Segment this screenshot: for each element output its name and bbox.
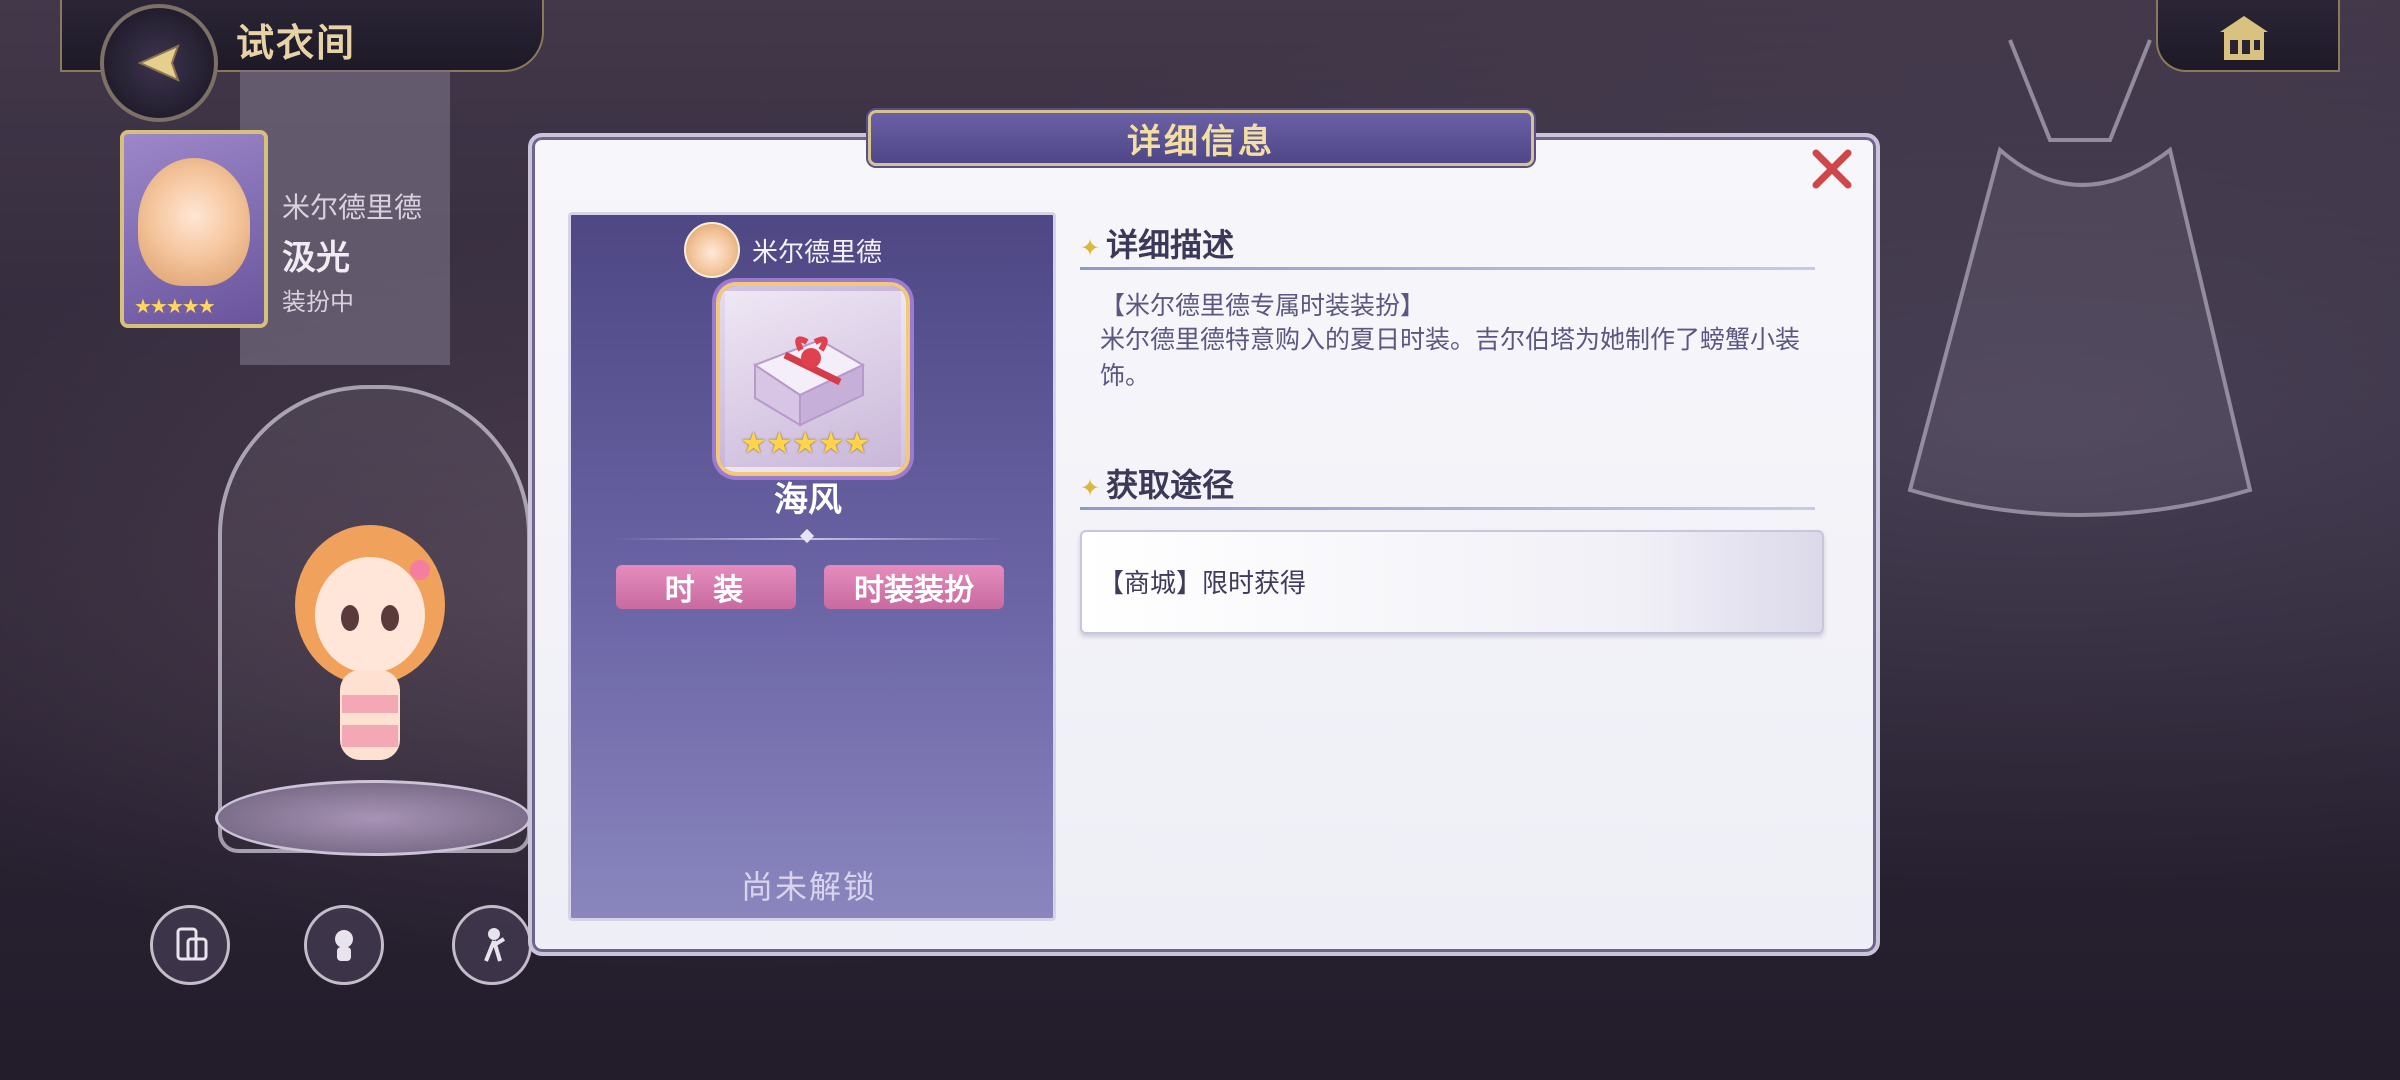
dialog-title-plate: 详细信息: [868, 110, 1534, 166]
sparkle-icon: ✦: [1080, 234, 1101, 262]
chibi-character-figure: [295, 525, 445, 760]
dialog-title: 详细信息: [1127, 121, 1275, 162]
item-rarity-stars: ★★★★★: [740, 426, 870, 461]
character-title: 汲光: [282, 238, 350, 278]
description-line-2: 米尔德里德特意购入的夏日时装。吉尔伯塔为她制作了螃蟹小装饰。: [1100, 325, 1801, 390]
source-entry-text: 【商城】限时获得: [1098, 569, 1307, 599]
close-button[interactable]: [1808, 145, 1856, 193]
screen-title: 试衣间: [236, 20, 357, 65]
figure-icon: [335, 930, 353, 961]
source-underline: [1080, 507, 1815, 510]
tag-costume-outfit: 时装装扮: [824, 565, 1004, 609]
description-line-1: 【米尔德里德专属时装装扮】: [1100, 291, 1426, 320]
close-icon: [1812, 149, 1852, 189]
owner-avatar: [684, 222, 740, 278]
gift-box-icon: [752, 336, 866, 427]
source-heading: ✦ 获取途径: [1080, 460, 1234, 506]
tag-costume: 时 装: [616, 565, 796, 609]
owner-name: 米尔德里德: [752, 238, 883, 268]
character-status: 装扮中: [282, 288, 354, 316]
description-underline: [1080, 267, 1815, 270]
character-portrait-card[interactable]: ★★★★★: [120, 130, 268, 328]
back-button[interactable]: [100, 4, 218, 122]
back-arrow-icon: [137, 44, 180, 82]
person-icon: [484, 928, 506, 962]
chibi-view-button[interactable]: [304, 905, 384, 985]
pose-view-button[interactable]: [452, 905, 532, 985]
dress-sketch-decoration: [1907, 39, 2253, 517]
item-name: 海风: [774, 480, 842, 520]
phone-icon: [176, 927, 208, 961]
description-heading-label: 详细描述: [1106, 226, 1235, 264]
lock-status: 尚未解锁: [740, 868, 877, 906]
character-name: 米尔德里德: [282, 191, 423, 224]
sparkle-icon: ✦: [1080, 474, 1101, 502]
character-portrait: [138, 158, 250, 286]
description-heading: ✦ 详细描述: [1080, 220, 1234, 266]
character-rarity-stars: ★★★★★: [134, 294, 216, 318]
source-heading-label: 获取途径: [1106, 466, 1235, 504]
phone-view-button[interactable]: [150, 905, 230, 985]
